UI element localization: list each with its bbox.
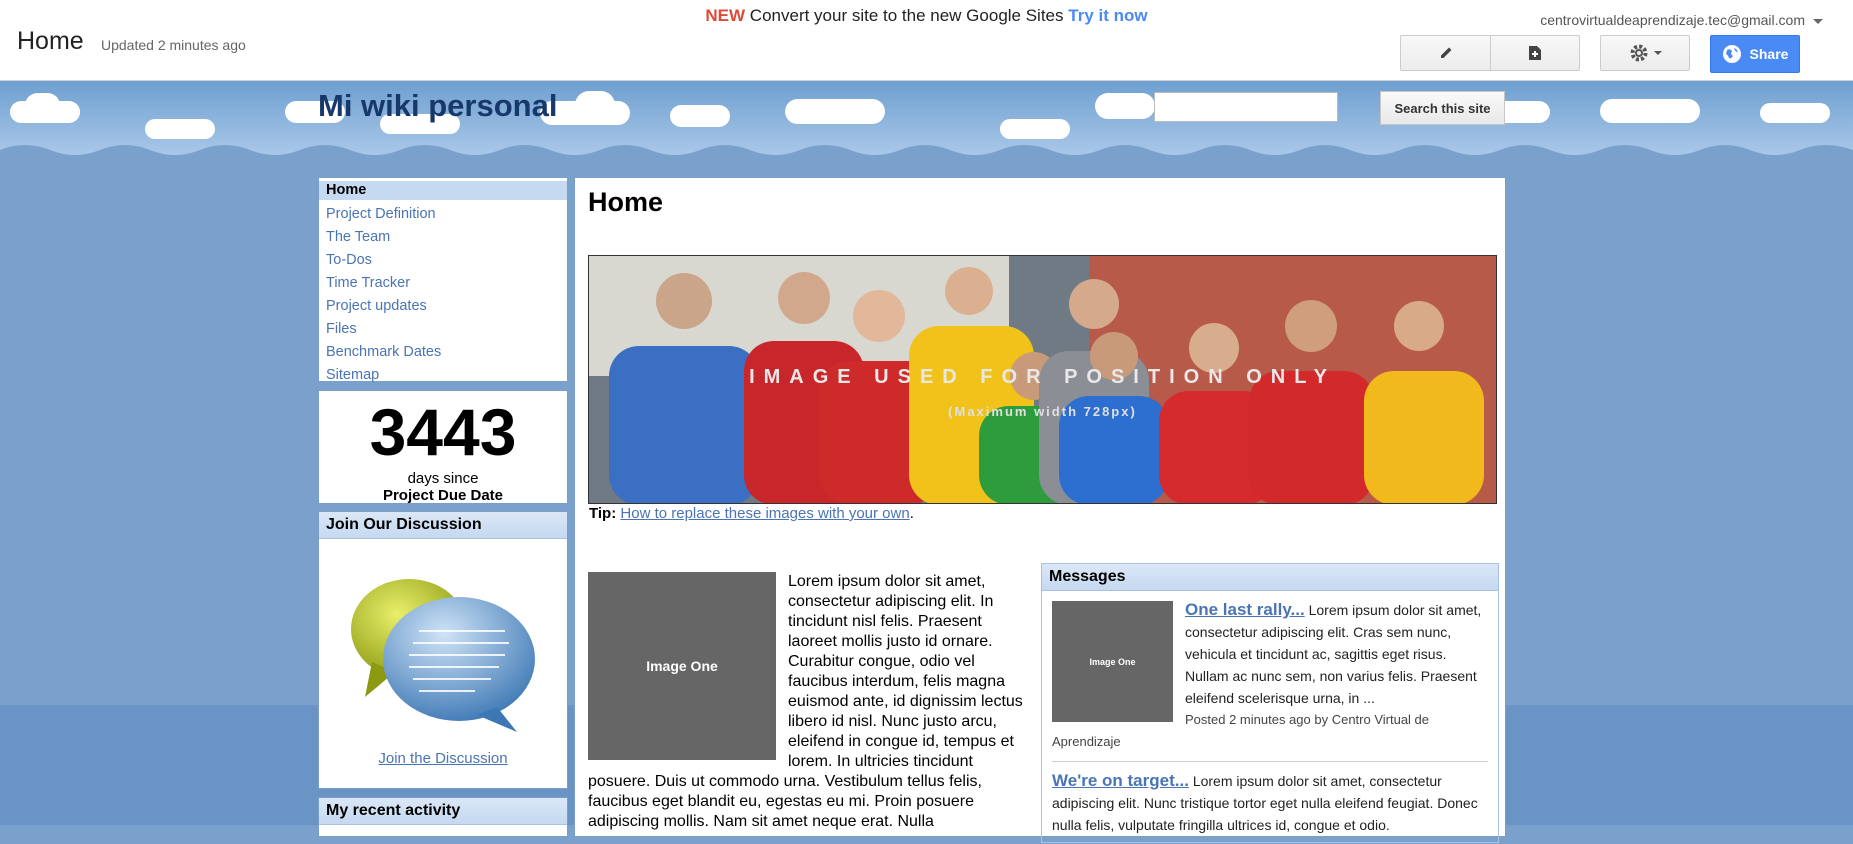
message-title-link[interactable]: One last rally...: [1185, 600, 1305, 619]
new-page-button[interactable]: [1490, 35, 1580, 71]
updated-status: Updated 2 minutes ago: [101, 37, 246, 53]
discussion-box: Join Our Discussion Join the Discussion: [318, 511, 568, 789]
hero-subcaption: (Maximum width 728px): [948, 404, 1137, 419]
account-email: centrovirtualdeaprendizaje.tec@gmail.com: [1540, 12, 1805, 28]
tip-line: Tip: How to replace these images with yo…: [589, 505, 914, 522]
search-button[interactable]: Search this site: [1380, 91, 1505, 125]
page-title: Home: [17, 27, 84, 55]
chevron-down-icon: [1813, 18, 1823, 24]
gear-icon: [1630, 44, 1647, 62]
messages-box: Messages Image One One last rally... Lor…: [1041, 563, 1499, 843]
countdown-gadget: 3443 days since Project Due Date: [318, 390, 568, 504]
sidebar-item-home[interactable]: Home: [319, 181, 567, 200]
counter-days-text: days since: [407, 470, 479, 487]
message-title-link[interactable]: We're on target...: [1052, 771, 1189, 790]
replace-images-link[interactable]: How to replace these images with your ow…: [620, 505, 909, 522]
promo-new-badge: NEW: [705, 6, 746, 25]
edit-page-button[interactable]: [1400, 35, 1491, 71]
share-button[interactable]: Share: [1710, 35, 1800, 73]
sidebar-item-benchmark-dates[interactable]: Benchmark Dates: [319, 341, 567, 364]
share-label: Share: [1749, 46, 1789, 62]
counter-label: Project Due Date: [382, 487, 504, 504]
settings-button[interactable]: [1600, 35, 1690, 71]
message-item: Image One One last rally... Lorem ipsum …: [1042, 591, 1498, 761]
sidebar-item-to-dos[interactable]: To-Dos: [319, 249, 567, 272]
hero-image: IMAGE USED FOR POSITION ONLY (Maximum wi…: [588, 255, 1497, 504]
sidebar-item-sitemap[interactable]: Sitemap: [319, 364, 567, 387]
main-content: Home IMAGE USED FOR POSITION ONLY (Maxim…: [574, 177, 1506, 843]
sidebar-item-project-definition[interactable]: Project Definition: [319, 203, 567, 226]
header-waves: [0, 145, 1853, 170]
account-menu[interactable]: centrovirtualdeaprendizaje.tec@gmail.com: [1540, 12, 1823, 28]
tip-label: Tip:: [589, 505, 617, 522]
recent-activity-title: My recent activity: [319, 798, 567, 825]
sidebar-item-files[interactable]: Files: [319, 318, 567, 341]
counter-number: 3443: [369, 395, 517, 469]
top-bar: Home Updated 2 minutes ago NEW Convert y…: [0, 0, 1853, 81]
new-page-icon: [1529, 46, 1541, 60]
sidebar-item-project-updates[interactable]: Project updates: [319, 295, 567, 318]
hero-caption: IMAGE USED FOR POSITION ONLY: [749, 366, 1336, 388]
content-title: Home: [588, 187, 664, 217]
sidebar-nav: Home Project Definition The Team To-Dos …: [318, 177, 568, 383]
message-item: We're on target... Lorem ipsum dolor sit…: [1042, 762, 1498, 844]
recent-activity-box: My recent activity: [318, 797, 568, 837]
discussion-title: Join Our Discussion: [319, 512, 567, 539]
try-it-now-link[interactable]: Try it now: [1068, 6, 1147, 25]
join-discussion-link[interactable]: Join the Discussion: [319, 750, 567, 767]
promo-text: Convert your site to the new Google Site…: [749, 6, 1064, 25]
site-title[interactable]: Mi wiki personal: [318, 88, 557, 124]
sidebar-item-the-team[interactable]: The Team: [319, 226, 567, 249]
pencil-icon: [1440, 47, 1451, 58]
search-input[interactable]: [1154, 92, 1338, 122]
chat-bubbles-icon: [351, 579, 535, 732]
globe-icon: [1722, 45, 1741, 63]
image-one-placeholder: Image One: [588, 572, 776, 760]
message-image: Image One: [1052, 601, 1173, 722]
sidebar-item-time-tracker[interactable]: Time Tracker: [319, 272, 567, 295]
chevron-down-icon: [1653, 51, 1662, 55]
messages-title: Messages: [1042, 564, 1498, 591]
tip-end: .: [909, 505, 914, 522]
